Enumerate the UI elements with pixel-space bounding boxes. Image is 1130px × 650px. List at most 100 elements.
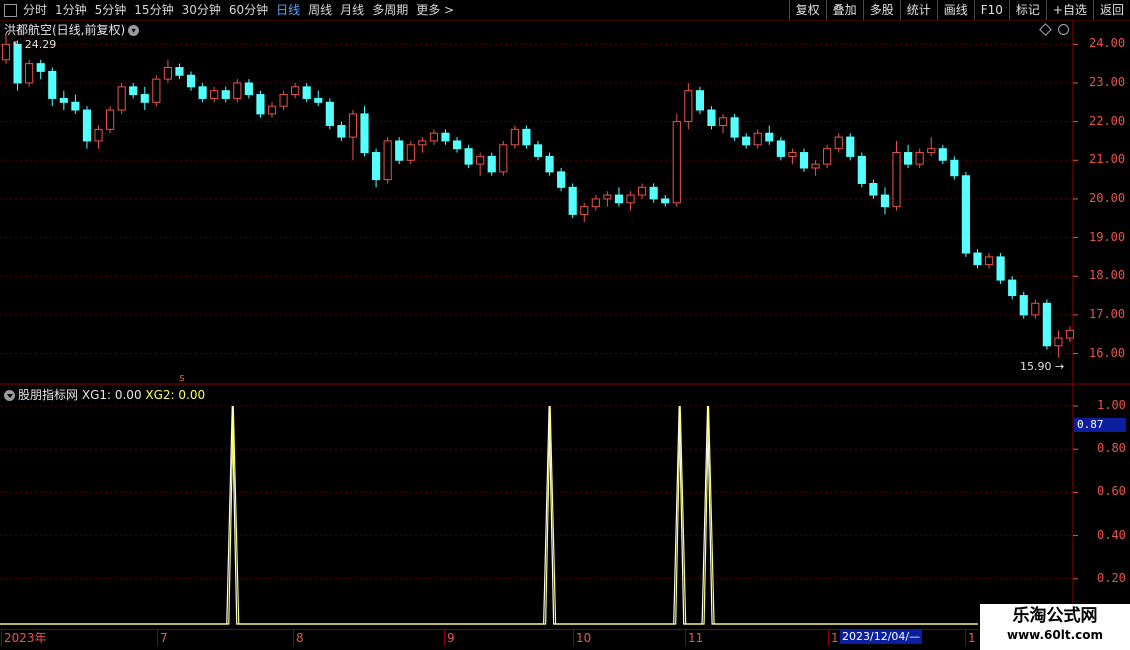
candle-body <box>892 152 901 208</box>
candle-body <box>649 186 658 200</box>
candle-body <box>291 86 300 96</box>
toolbar-button[interactable]: F10 <box>973 0 1009 20</box>
candle-body <box>175 67 184 76</box>
candle-body <box>244 82 253 96</box>
period-tab[interactable]: 月线 <box>340 0 364 20</box>
candle-body <box>302 86 311 99</box>
candle-body <box>927 148 936 154</box>
date-axis: 2023年 7 8 9 10 11 1 1 <box>0 629 978 646</box>
main-y-tick-label: 22.00 <box>1089 113 1126 128</box>
period-tab[interactable]: 多周期 <box>372 0 408 20</box>
price-chart[interactable] <box>0 20 1130 630</box>
toolbar-button[interactable]: 画线 <box>936 0 974 20</box>
candle-body <box>476 155 485 165</box>
date-label: 9 <box>447 631 455 645</box>
candle-body <box>591 198 600 208</box>
toolbar-button[interactable]: 统计 <box>899 0 937 20</box>
indicator-name: 股朋指标网 <box>18 388 79 402</box>
toolbar-button[interactable]: 叠加 <box>825 0 863 20</box>
max-price-label: ↖ 24.29 <box>12 38 57 51</box>
period-tab[interactable]: 60分钟 <box>229 0 268 20</box>
candle-body <box>695 90 704 111</box>
period-tab[interactable]: 1分钟 <box>55 0 87 20</box>
series-xg2-line <box>0 405 978 625</box>
date-label: 11 <box>688 631 704 645</box>
candle-body <box>94 128 103 142</box>
date-label: 1 <box>968 631 976 645</box>
toolbar-button[interactable]: +自选 <box>1045 0 1093 20</box>
sub-y-tick-label: 0.40 <box>1097 527 1126 542</box>
candle-body <box>718 117 728 126</box>
main-y-tick-label: 16.00 <box>1089 345 1126 360</box>
candle-body <box>314 97 323 103</box>
date-label: 1 <box>831 631 839 645</box>
candle-body <box>210 90 219 99</box>
xg2-value: XG2: 0.00 <box>145 388 206 402</box>
candle-body <box>233 82 242 99</box>
candle-body <box>626 194 635 204</box>
indicator-title: 股朋指标网 XG1: 0.00 XG2: 0.00 <box>4 386 205 403</box>
candle-body <box>372 152 381 181</box>
toolbar-button[interactable]: 标记 <box>1008 0 1046 20</box>
watermark-url: www.60lt.com <box>1006 628 1104 642</box>
candle-body <box>742 136 751 146</box>
candle-body <box>707 109 716 126</box>
candle-body <box>106 109 115 130</box>
candle-body <box>522 128 531 146</box>
candle-body <box>568 186 577 215</box>
period-tab[interactable]: 30分钟 <box>182 0 221 20</box>
candle-body <box>510 128 519 146</box>
candle-body <box>545 155 554 173</box>
candle-body <box>186 74 196 88</box>
candle-body <box>580 206 589 215</box>
xg1-value: XG1: 0.00 <box>81 388 142 402</box>
candle-body <box>950 159 959 177</box>
candle-body <box>383 140 392 181</box>
candle-body <box>614 194 624 204</box>
candle-body <box>776 140 785 157</box>
candle-body <box>915 152 924 165</box>
candle-body <box>638 186 647 196</box>
date-label: 2023年 <box>4 631 47 645</box>
candle-body <box>672 121 681 204</box>
period-tabs: 分时 1分钟 5分钟 15分钟 30分钟 60分钟 日线 周线 月线 多周期 更多 > <box>0 0 462 20</box>
period-tab[interactable]: 15分钟 <box>134 0 173 20</box>
candle-body <box>418 140 427 146</box>
candle-body <box>984 256 994 266</box>
candle-body <box>198 86 207 99</box>
signal-marker: s <box>179 371 185 384</box>
candle-body <box>406 144 415 161</box>
chevron-down-icon[interactable] <box>4 390 15 401</box>
candle-body <box>1019 295 1028 316</box>
candle-body <box>256 94 265 115</box>
period-tab[interactable]: 分时 <box>23 0 47 20</box>
candle-body <box>846 136 855 157</box>
candle-body <box>152 78 161 103</box>
candle-body <box>71 101 80 111</box>
candle-body <box>395 140 404 161</box>
candle-body <box>36 63 45 72</box>
candle-body <box>1008 279 1017 297</box>
candle-body <box>557 171 566 188</box>
date-tick <box>157 630 158 646</box>
cursor-value-tag: 0.87 <box>1074 418 1126 432</box>
date-tick <box>965 630 966 646</box>
date-tick <box>293 630 294 646</box>
candle-body <box>499 144 508 173</box>
candle-body <box>279 94 288 107</box>
toolbar-button[interactable]: 返回 <box>1092 0 1130 20</box>
date-tick <box>573 630 574 646</box>
period-tab[interactable]: 日线 <box>276 0 300 20</box>
sub-y-tick-label: 0.20 <box>1097 570 1126 585</box>
series-xg1-line <box>0 405 978 625</box>
period-tab[interactable]: 5分钟 <box>95 0 127 20</box>
toolbar-button[interactable]: 复权 <box>788 0 826 20</box>
candle-body <box>163 67 172 80</box>
candle-body <box>765 132 774 142</box>
period-tab[interactable]: 周线 <box>308 0 332 20</box>
date-tick <box>685 630 686 646</box>
menu-box-icon[interactable] <box>4 3 17 17</box>
candle-body <box>823 148 832 165</box>
period-tab[interactable]: 更多 > <box>416 0 454 20</box>
toolbar-button[interactable]: 多股 <box>862 0 900 20</box>
